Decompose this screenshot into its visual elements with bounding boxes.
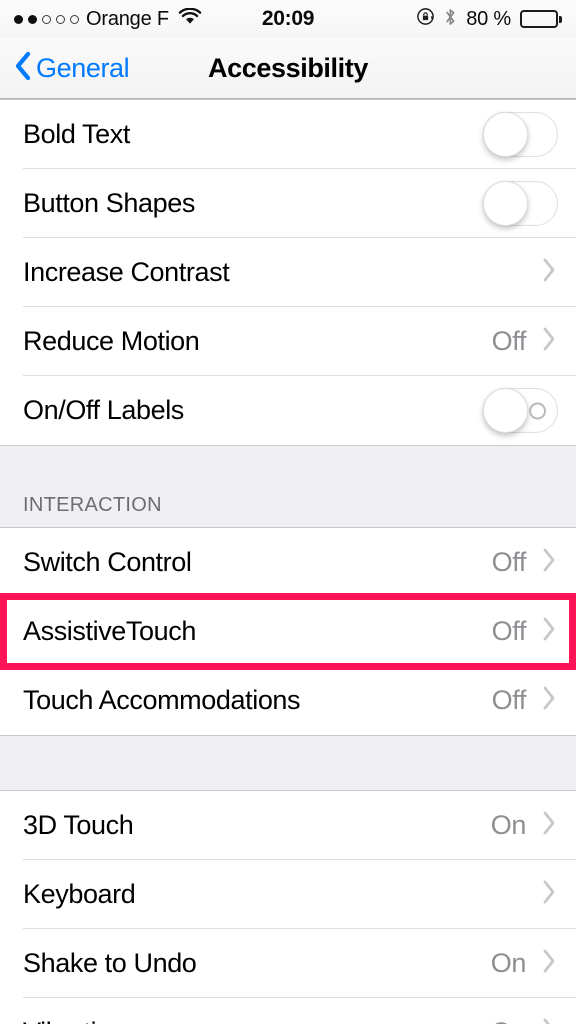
signal-dot <box>14 14 23 24</box>
row-accessory <box>540 877 558 912</box>
clock: 20:09 <box>261 7 315 30</box>
row-label: Touch Accommodations <box>23 685 301 715</box>
battery-icon <box>520 10 562 28</box>
row-label: Reduce Motion <box>23 326 200 356</box>
bluetooth-icon <box>444 7 457 32</box>
settings-row-on-off-labels[interactable]: On/Off Labels <box>0 376 576 445</box>
row-label: Button Shapes <box>23 188 195 218</box>
settings-row-bold-text[interactable]: Bold Text <box>0 100 576 169</box>
settings-row-increase-contrast[interactable]: Increase Contrast <box>0 238 576 307</box>
chevron-right-icon <box>540 1015 558 1024</box>
toggle-knob <box>483 112 528 157</box>
toggle-switch[interactable] <box>483 181 558 226</box>
settings-list[interactable]: Bold Text Button Shapes Increase Contrast R… <box>0 99 576 1024</box>
row-value: Off <box>491 547 527 577</box>
row-label: On/Off Labels <box>23 395 184 425</box>
chevron-right-icon <box>540 324 558 359</box>
row-label: Shake to Undo <box>23 948 197 978</box>
battery-percent-label: 80 % <box>466 7 511 30</box>
toggle-switch[interactable] <box>483 112 558 157</box>
row-accessory: Off <box>492 545 558 580</box>
row-value: Off <box>491 616 527 646</box>
status-bar: Orange F 20:09 80 % <box>0 0 576 38</box>
chevron-left-icon <box>14 51 31 86</box>
row-label: 3D Touch <box>23 810 134 840</box>
settings-group: 3D TouchOnKeyboardShake to UndoOnVibrati… <box>0 791 576 1024</box>
settings-row-vibration[interactable]: Vibration On <box>0 998 576 1024</box>
settings-row-switch-control[interactable]: Switch Control Off <box>0 528 576 597</box>
row-accessory <box>483 112 558 157</box>
signal-dot <box>42 14 51 24</box>
row-accessory: On <box>491 946 558 981</box>
settings-row-button-shapes[interactable]: Button Shapes <box>0 169 576 238</box>
toggle-switch[interactable] <box>483 388 558 433</box>
status-bar-left: Orange F <box>14 7 202 31</box>
row-accessory: On <box>491 808 558 843</box>
back-button[interactable]: General <box>0 51 130 86</box>
chevron-right-icon <box>540 545 558 580</box>
row-label: Bold Text <box>23 119 130 149</box>
row-accessory <box>483 181 558 226</box>
carrier-label: Orange F <box>86 7 169 30</box>
rotation-lock-icon <box>416 7 435 31</box>
signal-dot <box>56 14 65 24</box>
row-value: Off <box>491 685 527 715</box>
section-gap <box>0 735 576 791</box>
settings-row-reduce-motion[interactable]: Reduce Motion Off <box>0 307 576 376</box>
row-label: Keyboard <box>23 879 136 909</box>
status-bar-right: 80 % <box>416 7 562 32</box>
row-accessory: Off <box>492 683 558 718</box>
back-button-label: General <box>36 52 130 83</box>
cellular-signal-dots <box>14 14 79 24</box>
toggle-knob <box>483 181 528 226</box>
row-accessory: Off <box>492 324 558 359</box>
chevron-right-icon <box>540 255 558 290</box>
chevron-right-icon <box>540 877 558 912</box>
row-accessory <box>483 388 558 433</box>
navigation-bar: General Accessibility <box>0 38 576 99</box>
section-header-interaction: INTERACTION <box>0 445 576 528</box>
chevron-right-icon <box>540 614 558 649</box>
section-header-label: INTERACTION <box>23 494 162 516</box>
row-value: Off <box>491 326 527 356</box>
toggle-knob <box>483 388 528 433</box>
row-label: AssistiveTouch <box>23 616 196 646</box>
row-accessory: On <box>491 1015 558 1024</box>
chevron-right-icon <box>540 683 558 718</box>
wifi-icon <box>178 7 202 31</box>
row-accessory: Off <box>492 614 558 649</box>
row-label: Increase Contrast <box>23 257 230 287</box>
row-accessory <box>540 255 558 290</box>
row-value: On <box>491 1017 527 1024</box>
settings-row-shake-to-undo[interactable]: Shake to Undo On <box>0 929 576 998</box>
iphone-screen: Orange F 20:09 80 % General Accessibilit… <box>0 0 576 1024</box>
settings-group: Bold Text Button Shapes Increase Contrast R… <box>0 100 576 445</box>
chevron-right-icon <box>540 808 558 843</box>
settings-row-keyboard[interactable]: Keyboard <box>0 860 576 929</box>
signal-dot <box>70 14 79 24</box>
signal-dot <box>28 14 37 24</box>
toggle-off-label-icon <box>529 402 546 419</box>
row-label: Vibration <box>23 1017 126 1024</box>
row-value: On <box>490 810 527 840</box>
settings-row-assistivetouch[interactable]: AssistiveTouch Off <box>0 597 576 666</box>
settings-row-touch-accommodations[interactable]: Touch Accommodations Off <box>0 666 576 735</box>
row-value: On <box>490 948 527 978</box>
row-label: Switch Control <box>23 547 192 577</box>
chevron-right-icon <box>540 946 558 981</box>
settings-group: Switch Control Off AssistiveTouch Off Touch … <box>0 528 576 735</box>
settings-row-3d-touch[interactable]: 3D Touch On <box>0 791 576 860</box>
